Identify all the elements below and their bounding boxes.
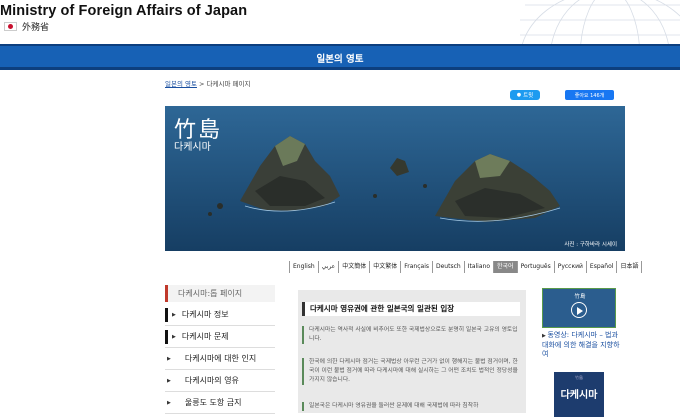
lang-chinese-simplified[interactable]: 中文簡体 xyxy=(339,261,371,273)
sidenav-item-sovereignty[interactable]: ▶ 다케시마의 영유 xyxy=(165,370,275,392)
video-link-label: 동영상: 다케시마 – 법과 대화에 의한 해결을 지향하여 xyxy=(542,331,620,358)
sidenav-item-label: 다케시마의 영유 xyxy=(184,376,239,385)
lang-french[interactable]: Français xyxy=(401,261,433,273)
sidenav-item-recognition[interactable]: ▶ 다케시마에 대한 인지 xyxy=(165,348,275,370)
lang-spanish[interactable]: Español xyxy=(587,261,618,273)
sidenav-item-issue[interactable]: ▶ 다케시마 문제 xyxy=(165,326,275,348)
video-thumbnail[interactable]: 竹島 xyxy=(542,288,616,328)
lang-chinese-traditional[interactable]: 中文繁体 xyxy=(370,261,402,273)
lang-portuguese[interactable]: Português xyxy=(518,261,555,273)
lang-italian[interactable]: Italiano xyxy=(465,261,494,273)
lang-arabic[interactable]: عربي xyxy=(319,261,340,273)
site-subtitle: 外務省 xyxy=(4,20,49,33)
site-subtitle-text: 外務省 xyxy=(22,23,50,33)
play-icon xyxy=(571,302,587,318)
breadcrumb-current: 다케시마 페이지 xyxy=(206,80,251,88)
lang-korean[interactable]: 한국어 xyxy=(494,261,518,273)
like-label: 좋아요 146개 xyxy=(574,92,605,99)
side-navigation: 다케시마:톱 페이지 ▶ 다케시마 정보 ▶ 다케시마 문제 ▶ 다케시마에 대… xyxy=(165,285,275,414)
tweet-button[interactable]: ● 트윗 xyxy=(510,90,540,100)
breadcrumb: 일본의 영토 > 다케시마 페이지 xyxy=(165,78,251,88)
japan-flag-icon xyxy=(4,22,17,31)
pamphlet-thumbnail[interactable]: 竹島 다케시마 xyxy=(554,372,604,417)
main-content-box: 다케시마 영유권에 관한 일본국의 일관된 입장 다케시마는 역사적 사실에 비… xyxy=(298,290,526,413)
lang-russian[interactable]: Русский xyxy=(555,261,587,273)
site-header: Ministry of Foreign Affairs of Japan 外務省 xyxy=(0,0,680,44)
hero-image: 竹島 다케시마 사진 : 구하바라 시세이 xyxy=(165,106,625,251)
hero-korean-title: 다케시마 xyxy=(174,142,211,153)
tweet-label: 트윗 xyxy=(523,93,534,99)
sidenav-item-info[interactable]: ▶ 다케시마 정보 xyxy=(165,304,275,326)
pamphlet-title: 다케시마 xyxy=(560,390,598,401)
breadcrumb-separator: > xyxy=(199,80,205,88)
triangle-right-icon: ▶ xyxy=(172,311,176,318)
bird-icon: ● xyxy=(516,92,522,98)
language-selector: English عربي 中文簡体 中文繁体 Français Deutsch … xyxy=(289,261,643,273)
photo-credit: 사진 : 구하바라 시세이 xyxy=(564,242,617,248)
pamphlet-subtitle: 竹島 xyxy=(575,375,583,380)
sidenav-item-label: 울릉도 도항 금지 xyxy=(184,398,242,407)
sidenav-item-label: 다케시마 문제 xyxy=(181,332,229,341)
triangle-right-icon: ▶ xyxy=(172,333,176,340)
active-marker xyxy=(165,307,168,322)
lang-german[interactable]: Deutsch xyxy=(433,261,465,273)
active-marker xyxy=(165,329,168,344)
sidenav-top-page[interactable]: 다케시마:톱 페이지 xyxy=(165,285,275,302)
content-title: 다케시마 영유권에 관한 일본국의 일관된 입장 xyxy=(302,302,520,316)
section-banner: 일본의 영토 xyxy=(0,44,680,70)
video-thumbnail-title: 竹島 xyxy=(574,294,586,300)
breadcrumb-link[interactable]: 일본의 영토 xyxy=(165,80,197,88)
lang-japanese[interactable]: 日本語 xyxy=(617,261,643,273)
sidenav-item-label: 다케시마 정보 xyxy=(181,310,229,319)
triangle-right-icon: ▶ xyxy=(167,355,171,362)
content-paragraph: 한국에 의한 다케시마 점거는 국제법상 아무런 근거가 없이 행해지는 불법 … xyxy=(302,358,522,385)
globe-graphic xyxy=(520,0,680,44)
island-photo xyxy=(165,106,625,251)
sidenav-item-ulleungdo[interactable]: ▶ 울릉도 도항 금지 xyxy=(165,392,275,414)
sidenav-item-label: 다케시마에 대한 인지 xyxy=(184,354,257,363)
triangle-right-icon: ▶ xyxy=(167,399,171,406)
site-title[interactable]: Ministry of Foreign Affairs of Japan xyxy=(0,3,247,19)
lang-english[interactable]: English xyxy=(289,261,319,273)
like-button[interactable]: 좋아요 146개 xyxy=(565,90,614,100)
section-title: 일본의 영토 xyxy=(316,54,364,65)
content-paragraph: 일본국은 다케시마 영유권을 둘러싼 문제에 대해 국제법에 따라 침착하 xyxy=(302,402,522,411)
content-paragraph: 다케시마는 역사적 사실에 비추어도 또한 국제법상으로도 분명히 일본국 고유… xyxy=(302,326,522,344)
video-link[interactable]: ▶ 동영상: 다케시마 – 법과 대화에 의한 해결을 지향하여 xyxy=(542,331,622,359)
triangle-right-icon: ▶ xyxy=(167,377,171,384)
